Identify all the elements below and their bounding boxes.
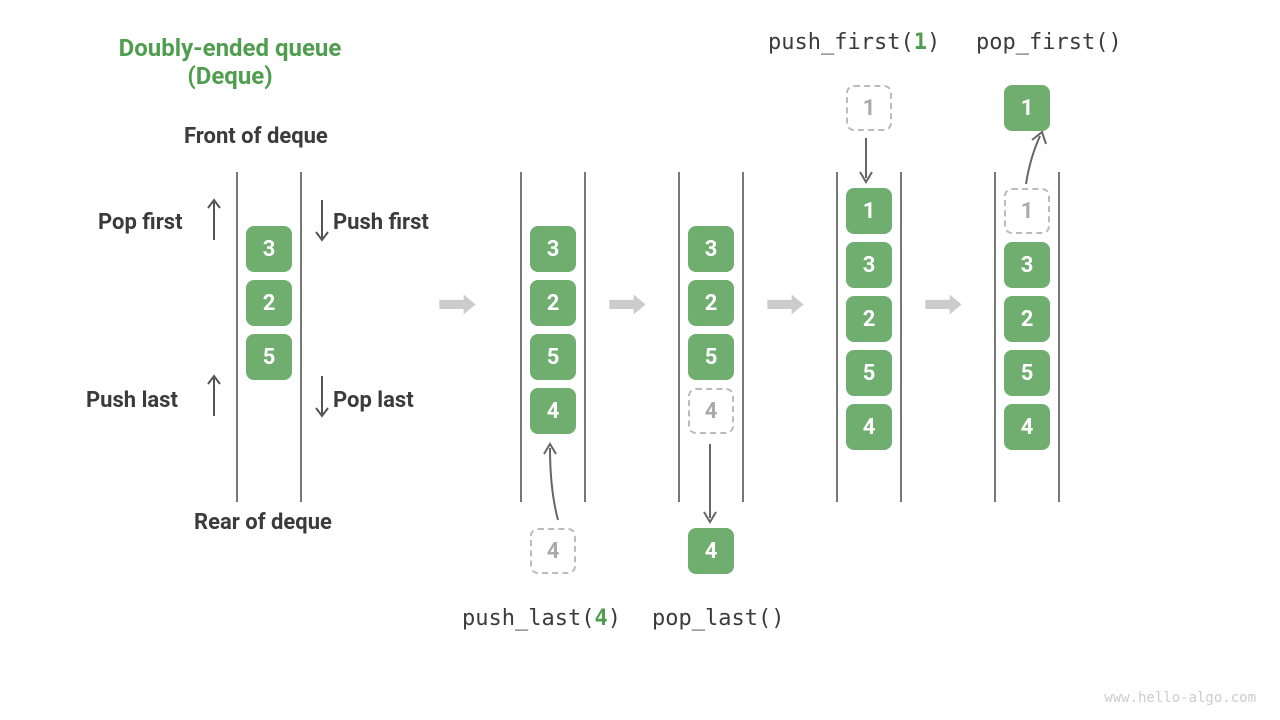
transition-arrow-icon: ➡ <box>437 280 477 327</box>
code-arg: 1 <box>914 30 927 55</box>
deque-cell: 4 <box>846 404 892 450</box>
floating-cell: 1 <box>1004 85 1050 131</box>
arrow-down-icon <box>856 134 876 186</box>
deque-cell: 2 <box>246 280 292 326</box>
rear-of-deque-label: Rear of deque <box>194 510 332 535</box>
pop-first-label: Pop first <box>98 210 183 235</box>
code-text: ) <box>608 606 621 631</box>
deque-cell: 3 <box>1004 242 1050 288</box>
code-text: push_first( <box>768 30 914 55</box>
code-text: ) <box>927 30 940 55</box>
front-of-deque-label: Front of deque <box>184 124 328 149</box>
deque-cell: 5 <box>846 350 892 396</box>
deque-cell: 4 <box>688 388 734 434</box>
push-last-call-label: push_last(4) <box>462 606 621 631</box>
watermark: www.hello-algo.com <box>1104 690 1256 706</box>
arrow-down-icon <box>314 196 330 244</box>
deque-cell: 2 <box>530 280 576 326</box>
arrow-up-icon <box>538 440 568 526</box>
code-arg: 4 <box>594 606 607 631</box>
deque-cell: 5 <box>530 334 576 380</box>
diagram-title: Doubly-ended queue (Deque) <box>100 34 360 90</box>
deque-cell: 2 <box>1004 296 1050 342</box>
deque-cell: 3 <box>246 226 292 272</box>
floating-cell: 4 <box>688 528 734 574</box>
deque-cell: 3 <box>530 226 576 272</box>
deque-cell: 1 <box>846 188 892 234</box>
deque-cell: 4 <box>1004 404 1050 450</box>
pop-last-label: Pop last <box>333 388 414 413</box>
arrow-up-icon <box>206 196 222 244</box>
deque-cell: 4 <box>530 388 576 434</box>
push-first-label: Push first <box>333 210 429 235</box>
push-first-call-label: push_first(1) <box>768 30 940 55</box>
push-last-label: Push last <box>86 388 178 413</box>
transition-arrow-icon: ➡ <box>607 280 647 327</box>
arrow-down-icon <box>700 440 720 526</box>
arrow-up-icon <box>1022 128 1062 188</box>
title-line-2: (Deque) <box>100 62 360 90</box>
transition-arrow-icon: ➡ <box>765 280 805 327</box>
floating-cell: 1 <box>846 85 892 131</box>
deque-cell: 3 <box>846 242 892 288</box>
pop-last-call-label: pop_last() <box>652 606 784 631</box>
code-text: push_last( <box>462 606 594 631</box>
deque-cell: 2 <box>688 280 734 326</box>
title-line-1: Doubly-ended queue <box>100 34 360 62</box>
deque-cell: 2 <box>846 296 892 342</box>
pop-first-call-label: pop_first() <box>976 30 1122 55</box>
deque-cell: 3 <box>688 226 734 272</box>
deque-cell: 1 <box>1004 188 1050 234</box>
arrow-down-icon <box>314 372 330 420</box>
deque-cell: 5 <box>1004 350 1050 396</box>
deque-cell: 5 <box>688 334 734 380</box>
deque-cell: 5 <box>246 334 292 380</box>
floating-cell: 4 <box>530 528 576 574</box>
arrow-up-icon <box>206 372 222 420</box>
transition-arrow-icon: ➡ <box>923 280 963 327</box>
